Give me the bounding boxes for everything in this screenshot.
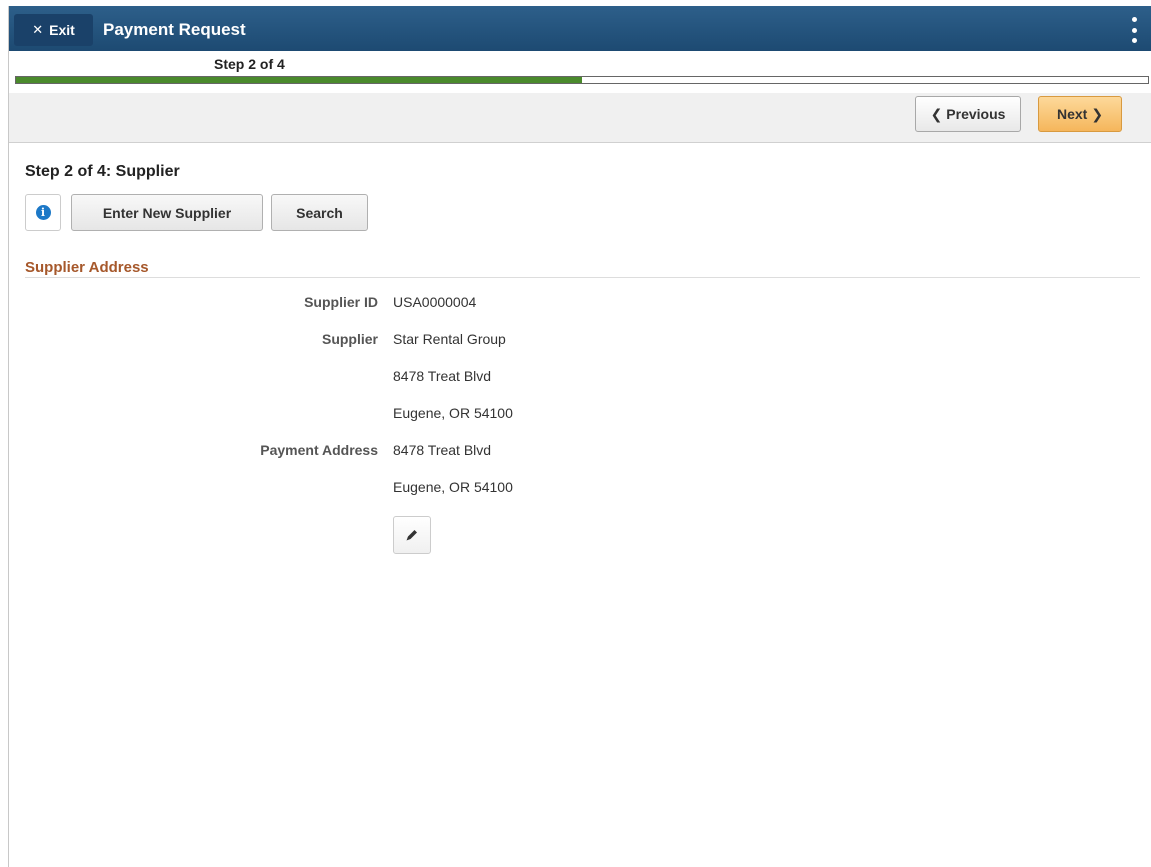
section-divider <box>25 277 1140 278</box>
info-icon: i <box>35 205 51 220</box>
progress-bar <box>15 76 1149 84</box>
step-indicator: Step 2 of 4 <box>214 56 285 72</box>
section-header: Supplier Address <box>25 259 149 276</box>
search-button[interactable]: Search <box>271 194 368 231</box>
edit-address-button[interactable] <box>393 516 431 554</box>
payment-street: 8478 Treat Blvd <box>393 442 492 458</box>
page-title-banner: Payment Request <box>103 20 246 39</box>
chevron-left-icon: ❮ <box>930 105 943 122</box>
supplier-city: Eugene, OR 54100 <box>393 405 513 421</box>
progress-fill <box>16 77 582 83</box>
supplier-id-value: USA0000004 <box>393 294 477 310</box>
enter-new-supplier-button[interactable]: Enter New Supplier <box>71 194 263 231</box>
supplier-label: Supplier <box>321 331 378 347</box>
close-icon: ✕ <box>32 22 44 37</box>
navigation-bar: ❮ Previous Next ❯ <box>9 93 1151 143</box>
previous-label: Previous <box>946 106 1006 122</box>
exit-label: Exit <box>49 22 75 38</box>
payment-address-label: Payment Address <box>260 442 378 458</box>
chevron-right-icon: ❯ <box>1091 105 1104 122</box>
banner: ✕ Exit Payment Request <box>9 6 1151 51</box>
supplier-name: Star Rental Group <box>393 331 506 347</box>
progress-area: Step 2 of 4 <box>9 51 1151 93</box>
kebab-menu-icon[interactable] <box>1130 17 1138 43</box>
app-frame: ✕ Exit Payment Request Step 2 of 4 ❮ Pre… <box>8 6 1151 867</box>
pencil-icon <box>406 530 417 541</box>
info-button[interactable]: i <box>25 194 61 231</box>
previous-button[interactable]: ❮ Previous <box>915 96 1021 132</box>
supplier-id-label: Supplier ID <box>304 294 378 310</box>
step-title: Step 2 of 4: Supplier <box>25 163 180 180</box>
next-button[interactable]: Next ❯ <box>1038 96 1122 132</box>
exit-button[interactable]: ✕ Exit <box>14 14 93 46</box>
supplier-street: 8478 Treat Blvd <box>393 368 492 384</box>
next-label: Next <box>1056 106 1088 122</box>
payment-city: Eugene, OR 54100 <box>393 479 513 495</box>
